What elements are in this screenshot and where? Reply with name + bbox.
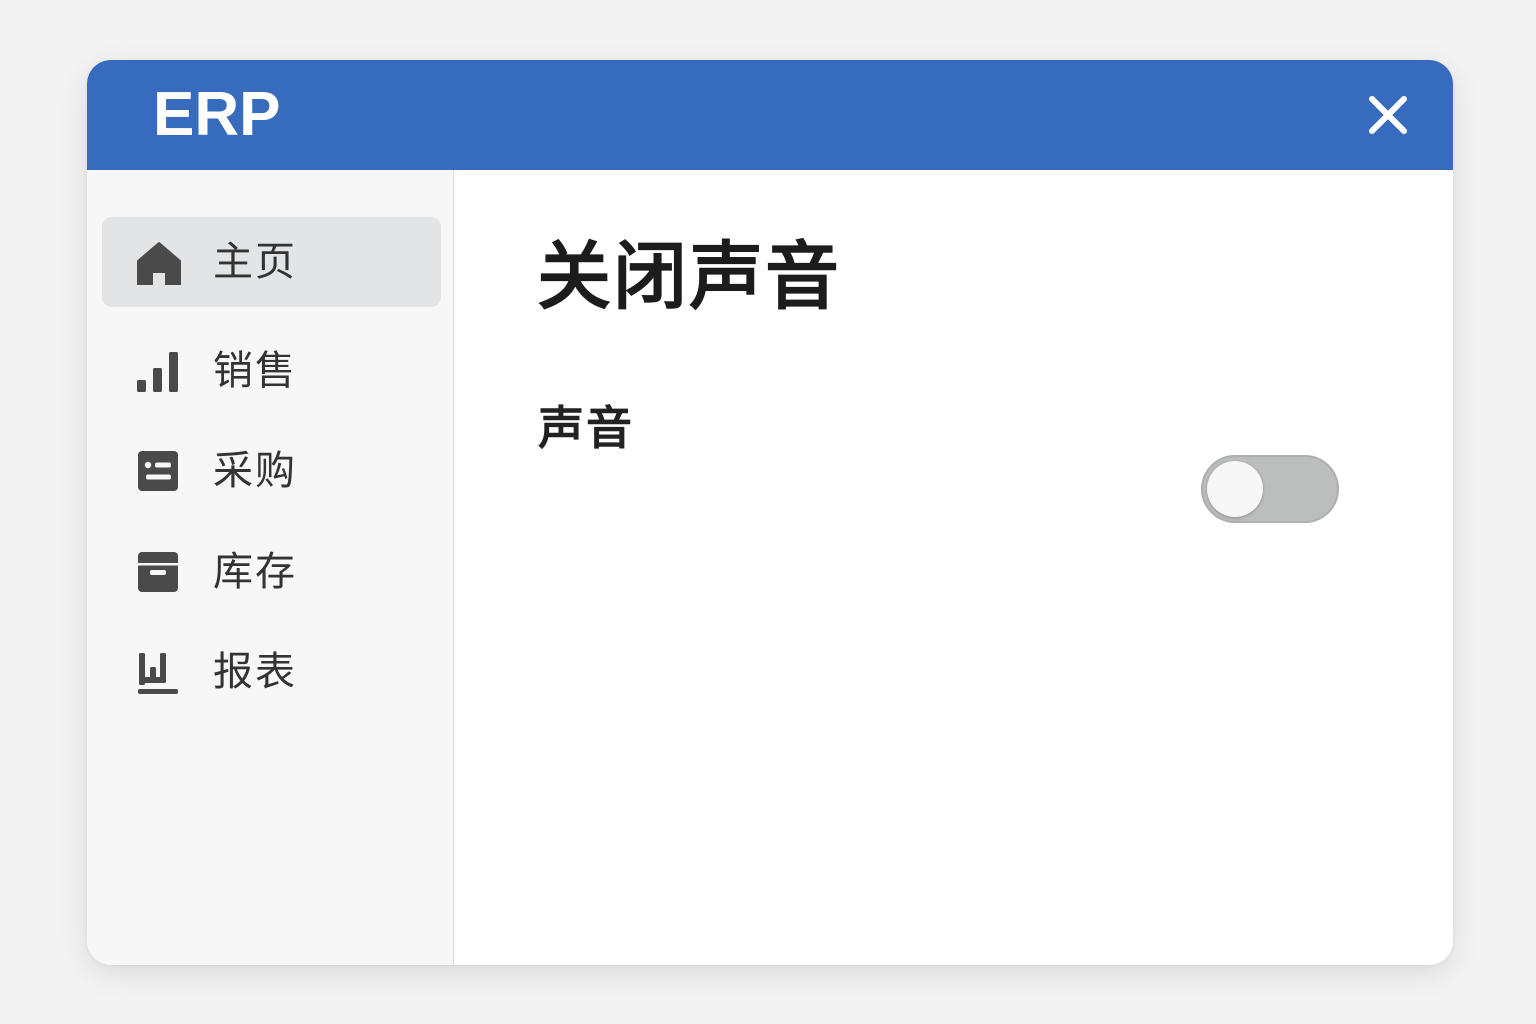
sidebar-item-purchase[interactable]: 采购 xyxy=(102,426,441,516)
sidebar: 主页 销售 采购 库存 报表 xyxy=(87,170,454,965)
toggle-knob xyxy=(1207,461,1263,517)
sidebar-item-sales[interactable]: 销售 xyxy=(102,326,441,416)
app-window: ERP 主页 销售 采购 库存 报表 关闭声音 声音 xyxy=(87,60,1453,965)
sidebar-item-label: 采购 xyxy=(213,448,297,494)
bar-chart-icon xyxy=(136,348,182,394)
sidebar-item-label: 主页 xyxy=(213,239,297,285)
close-button[interactable] xyxy=(1363,90,1413,140)
app-title: ERP xyxy=(153,80,281,149)
sidebar-item-home[interactable]: 主页 xyxy=(102,217,441,307)
purchase-list-icon xyxy=(136,448,182,494)
sidebar-item-label: 库存 xyxy=(213,549,297,595)
report-icon xyxy=(136,649,182,695)
page-title: 关闭声音 xyxy=(537,234,841,320)
main-panel: 关闭声音 声音 xyxy=(454,170,1453,965)
sidebar-item-label: 销售 xyxy=(213,348,297,394)
archive-box-icon xyxy=(136,549,182,595)
sidebar-item-reports[interactable]: 报表 xyxy=(102,627,441,717)
title-bar: ERP xyxy=(87,60,1453,170)
sidebar-item-label: 报表 xyxy=(213,649,297,695)
sound-toggle[interactable] xyxy=(1201,455,1339,523)
close-icon xyxy=(1369,96,1407,134)
home-icon xyxy=(136,239,182,285)
sound-setting-label: 声音 xyxy=(538,401,634,455)
sidebar-item-inventory[interactable]: 库存 xyxy=(102,527,441,617)
